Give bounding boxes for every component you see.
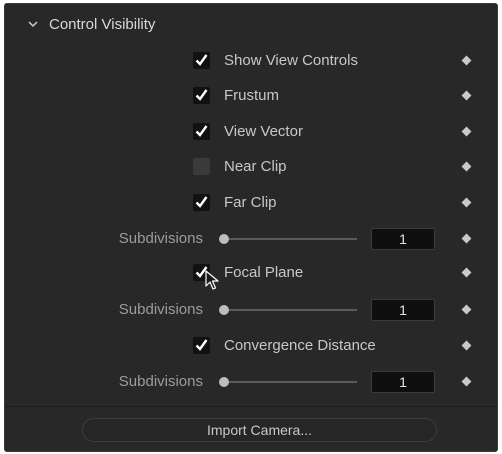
slider-thumb[interactable]: [219, 305, 229, 315]
far-clip-subdivisions-row: Subdivisions 1: [5, 228, 497, 252]
keyframe-diamond-icon[interactable]: [461, 267, 472, 278]
subdivisions-slider[interactable]: [223, 309, 357, 311]
keyframe-diamond-icon[interactable]: [461, 126, 472, 137]
checkmark-icon: [195, 89, 208, 101]
keyframe-diamond-icon[interactable]: [461, 340, 472, 351]
frustum-row: Frustum: [5, 85, 497, 109]
subdivisions-value-field[interactable]: 1: [371, 228, 435, 250]
checkmark-icon: [195, 196, 208, 208]
keyframe-diamond-icon[interactable]: [461, 233, 472, 244]
subdivisions-slider[interactable]: [223, 381, 357, 383]
chevron-down-icon[interactable]: [27, 18, 39, 30]
view-vector-row: View Vector: [5, 121, 497, 145]
convergence-distance-label: Convergence Distance: [224, 337, 376, 354]
subdivisions-value-field[interactable]: 1: [371, 299, 435, 321]
import-camera-button[interactable]: Import Camera...: [82, 418, 437, 442]
frustum-checkbox[interactable]: [193, 87, 210, 104]
checkmark-icon: [195, 54, 208, 66]
keyframe-diamond-icon[interactable]: [461, 90, 472, 101]
slider-thumb[interactable]: [219, 234, 229, 244]
keyframe-diamond-icon[interactable]: [461, 161, 472, 172]
subdivisions-label: Subdivisions: [118, 373, 203, 390]
show-view-controls-checkbox[interactable]: [193, 52, 210, 69]
mouse-cursor-icon: [205, 270, 219, 290]
checkmark-icon: [195, 125, 208, 137]
section-title: Control Visibility: [49, 16, 156, 33]
keyframe-diamond-icon[interactable]: [461, 304, 472, 315]
far-clip-row: Far Clip: [5, 192, 497, 216]
divider: [5, 406, 497, 407]
show-view-controls-label: Show View Controls: [224, 52, 358, 69]
view-vector-label: View Vector: [224, 123, 303, 140]
focal-plane-subdivisions-row: Subdivisions 1: [5, 299, 497, 323]
near-clip-row: Near Clip: [5, 156, 497, 180]
section-header[interactable]: Control Visibility: [5, 4, 497, 48]
convergence-distance-row: Convergence Distance: [5, 335, 497, 359]
subdivisions-label: Subdivisions: [118, 230, 203, 247]
convergence-subdivisions-row: Subdivisions 1: [5, 371, 497, 395]
near-clip-label: Near Clip: [224, 158, 287, 175]
slider-thumb[interactable]: [219, 377, 229, 387]
near-clip-checkbox[interactable]: [193, 158, 210, 175]
checkmark-icon: [195, 339, 208, 351]
keyframe-diamond-icon[interactable]: [461, 197, 472, 208]
focal-plane-row: Focal Plane: [5, 262, 497, 286]
frustum-label: Frustum: [224, 87, 280, 104]
show-view-controls-row: Show View Controls: [5, 50, 497, 74]
control-visibility-panel: Control Visibility Show View Controls Fr…: [4, 3, 498, 452]
view-vector-checkbox[interactable]: [193, 123, 210, 140]
convergence-distance-checkbox[interactable]: [193, 337, 210, 354]
keyframe-diamond-icon[interactable]: [461, 376, 472, 387]
far-clip-label: Far Clip: [224, 194, 277, 211]
focal-plane-label: Focal Plane: [224, 264, 304, 281]
subdivisions-label: Subdivisions: [118, 301, 203, 318]
subdivisions-value-field[interactable]: 1: [371, 371, 435, 393]
keyframe-diamond-icon[interactable]: [461, 55, 472, 66]
subdivisions-slider[interactable]: [223, 238, 357, 240]
far-clip-checkbox[interactable]: [193, 194, 210, 211]
